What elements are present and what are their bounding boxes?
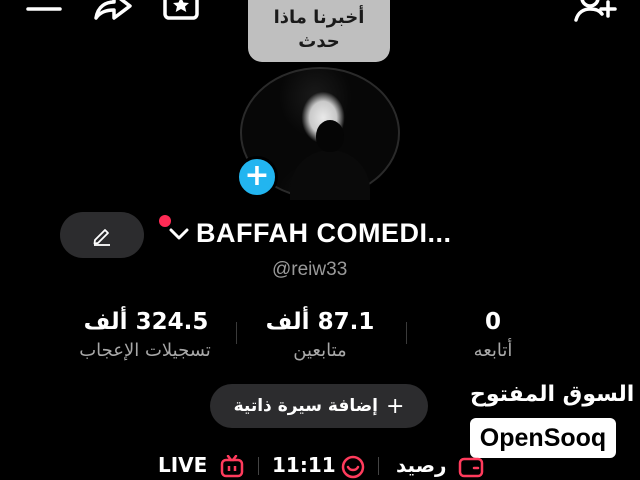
add-avatar-button[interactable]: +: [236, 156, 278, 198]
status-bubble[interactable]: أخبرنا ماذا حدث: [248, 0, 390, 62]
menu-icon[interactable]: [26, 0, 62, 20]
add-user-icon[interactable]: [574, 0, 618, 24]
bottom-divider: [258, 457, 259, 475]
username-handle: @reiw33: [272, 259, 348, 280]
followers-label[interactable]: متابعين: [258, 340, 382, 361]
avatar-cat: [316, 120, 344, 152]
likes-count: 324.5 ألف: [83, 309, 209, 335]
share-icon[interactable]: [92, 0, 132, 22]
add-bio-label: إضافة سيرة ذاتية: [233, 396, 378, 416]
chevron-down-icon[interactable]: [168, 226, 190, 242]
bottom-divider: [378, 457, 379, 475]
chat-bubble-icon[interactable]: [340, 455, 366, 479]
add-bio-button[interactable]: + إضافة سيرة ذاتية: [210, 384, 428, 428]
account-name[interactable]: BAFFAH COMEDI...: [196, 218, 452, 249]
status-bubble-line2: حدث: [298, 31, 340, 52]
following-label[interactable]: أتابعه: [450, 340, 536, 361]
followers-count[interactable]: 87.1 ألف: [258, 309, 382, 335]
pencil-icon: [91, 224, 113, 246]
wallet-icon[interactable]: [458, 456, 484, 478]
tv-icon[interactable]: [220, 455, 244, 479]
live-label[interactable]: LIVE: [158, 453, 207, 477]
stat-divider: [236, 322, 237, 344]
likes-label: تسجيلات الإعجاب: [79, 340, 211, 361]
stat-divider: [406, 322, 407, 344]
plus-icon: +: [244, 158, 270, 193]
watermark-arabic: السوق المفتوح: [470, 382, 635, 407]
edit-profile-button[interactable]: [60, 212, 144, 258]
balance-label[interactable]: رصيد: [396, 453, 447, 477]
status-bubble-line1: أخبرنا ماذا: [273, 7, 365, 28]
watermark-logo: OpenSooq: [470, 418, 616, 458]
plus-icon: +: [385, 393, 405, 419]
time-label[interactable]: 11:11: [272, 453, 336, 477]
star-box-icon[interactable]: [162, 0, 202, 22]
following-count[interactable]: 0: [460, 309, 526, 335]
